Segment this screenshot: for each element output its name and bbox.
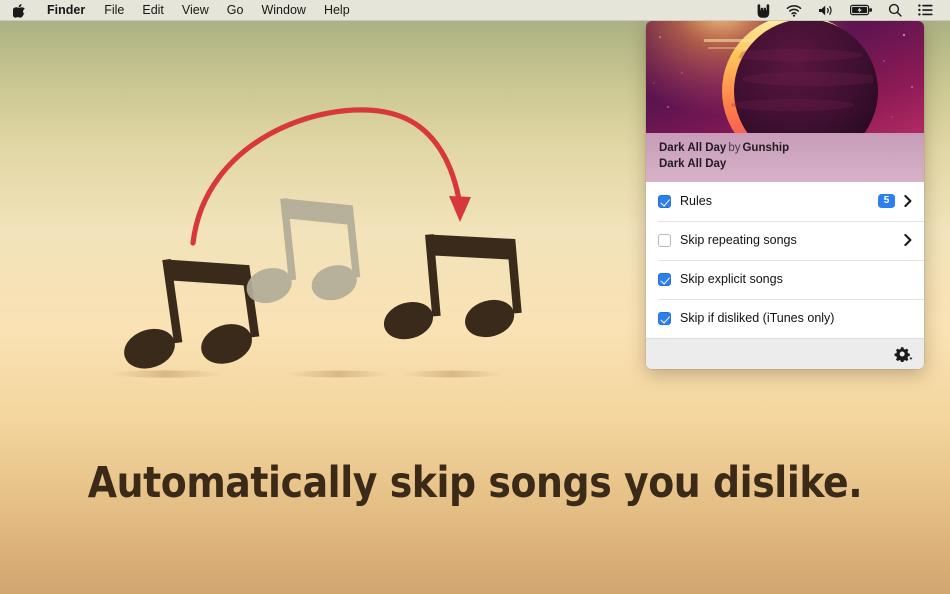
menu-item-view[interactable]: View bbox=[173, 0, 218, 21]
apple-logo-icon[interactable] bbox=[0, 3, 37, 18]
search-icon[interactable] bbox=[880, 3, 910, 17]
gear-dropdown-icon[interactable] bbox=[893, 346, 913, 362]
panel-footer bbox=[646, 337, 924, 369]
album-artwork-eclipse bbox=[646, 21, 924, 133]
row-skip-repeating-songs[interactable]: Skip repeating songs bbox=[646, 220, 924, 260]
checkbox-rules[interactable] bbox=[658, 194, 671, 208]
row-label-skip-explicit-songs: Skip explicit songs bbox=[680, 272, 783, 287]
now-playing-info: Dark All Day by Gunship Dark All Day bbox=[646, 133, 924, 182]
chevron-right-icon[interactable] bbox=[903, 194, 912, 208]
menu-item-go[interactable]: Go bbox=[218, 0, 253, 21]
by-word: by bbox=[728, 142, 741, 154]
hand-horns-icon[interactable] bbox=[749, 3, 778, 18]
skip-arrow bbox=[190, 107, 471, 246]
track-title-artist-line: Dark All Day by Gunship bbox=[659, 141, 911, 157]
menu-item-edit[interactable]: Edit bbox=[133, 0, 173, 21]
row-label-rules: Rules bbox=[680, 194, 712, 209]
row-label-skip-repeating-songs: Skip repeating songs bbox=[680, 233, 797, 248]
track-album: Dark All Day bbox=[659, 157, 727, 170]
apple-logo-glyph bbox=[13, 3, 25, 18]
row-rules[interactable]: Rules 5 bbox=[646, 182, 924, 221]
control-center-icon[interactable] bbox=[910, 4, 941, 16]
row-skip-explicit-songs[interactable]: Skip explicit songs bbox=[646, 259, 924, 299]
menu-bar-popover-panel: Dark All Day by Gunship Dark All Day Rules… bbox=[646, 21, 924, 369]
checkbox-skip-if-disliked[interactable] bbox=[658, 311, 671, 325]
menu-item-finder[interactable]: Finder bbox=[37, 0, 95, 21]
row-label-skip-if-disliked: Skip if disliked (iTunes only) bbox=[680, 311, 835, 326]
options-list: Rules 5 Skip repeating songs Skip explic… bbox=[646, 181, 924, 338]
menu-bar-status-area bbox=[749, 3, 950, 18]
chevron-right-icon[interactable] bbox=[903, 233, 912, 247]
menu-bar-left: Finder File Edit View Go Window Help bbox=[0, 0, 359, 21]
track-artist: Gunship bbox=[742, 142, 790, 154]
menu-item-window[interactable]: Window bbox=[252, 0, 314, 21]
menu-item-file[interactable]: File bbox=[95, 0, 133, 21]
page-title: Automatically skip songs you dislike. bbox=[87, 458, 863, 508]
checkbox-skip-repeating-songs[interactable] bbox=[658, 233, 671, 247]
battery-charging-icon[interactable] bbox=[842, 4, 880, 16]
rules-count-badge: 5 bbox=[878, 194, 895, 209]
row-skip-if-disliked[interactable]: Skip if disliked (iTunes only) bbox=[646, 298, 924, 338]
volume-icon[interactable] bbox=[810, 4, 842, 17]
menu-item-help[interactable]: Help bbox=[315, 0, 359, 21]
artwork-graphic bbox=[646, 21, 924, 133]
track-title: Dark All Day bbox=[659, 142, 727, 154]
checkbox-skip-explicit-songs[interactable] bbox=[658, 272, 671, 286]
menu-bar: Finder File Edit View Go Window Help bbox=[0, 0, 950, 21]
wifi-icon[interactable] bbox=[778, 4, 810, 17]
